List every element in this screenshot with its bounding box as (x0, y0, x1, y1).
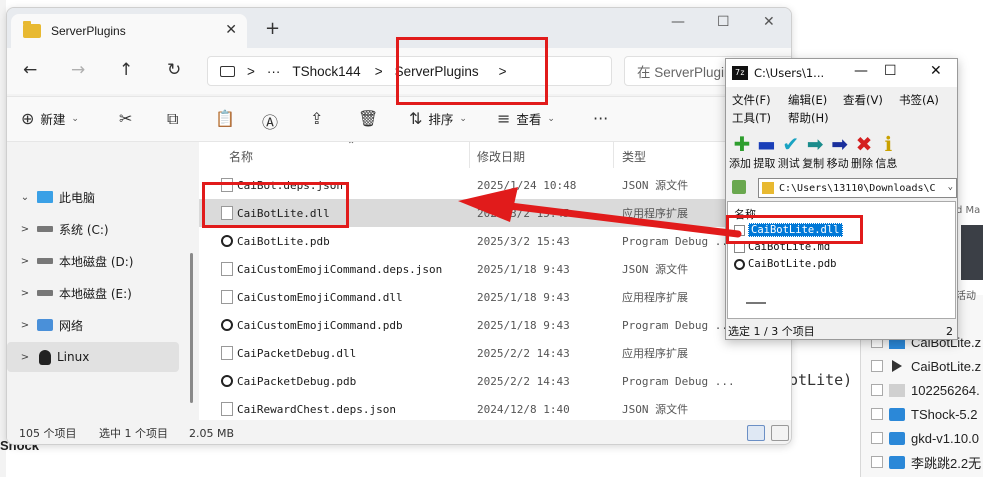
arrow-shaft (506, 202, 742, 238)
arrow-head (458, 187, 518, 222)
drag-arrow (458, 187, 742, 238)
